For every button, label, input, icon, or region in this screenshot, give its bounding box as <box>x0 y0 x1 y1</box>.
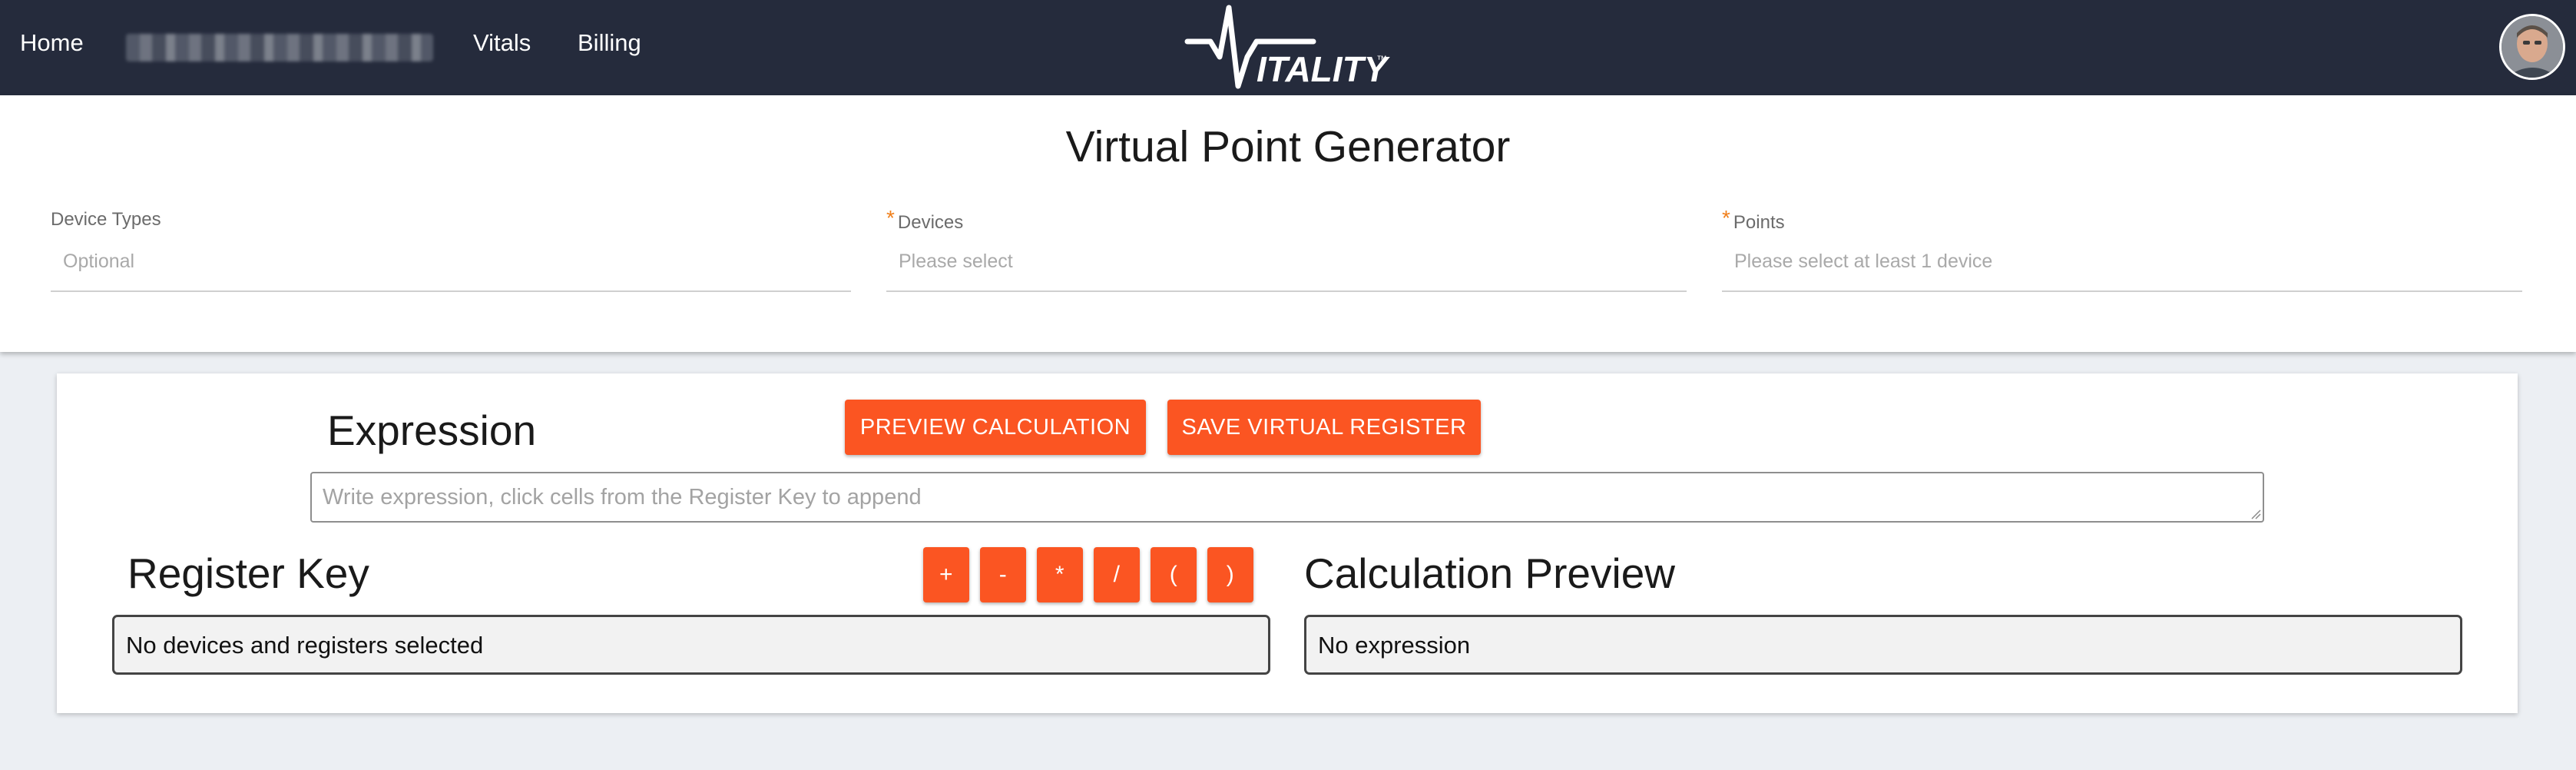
generator-header-panel: Virtual Point Generator Device Types Opt… <box>0 95 2576 352</box>
device-types-underline <box>51 290 851 292</box>
expression-input[interactable]: Write expression, click cells from the R… <box>310 472 2264 523</box>
logo-trademark: ™ <box>1376 53 1387 65</box>
operator-plus-button[interactable]: + <box>923 547 969 602</box>
save-virtual-register-button[interactable]: SAVE VIRTUAL REGISTER <box>1167 400 1481 455</box>
expression-placeholder: Write expression, click cells from the R… <box>323 485 922 509</box>
points-placeholder: Please select at least 1 device <box>1734 251 1993 272</box>
heartbeat-logo-icon: ITALITY ™ <box>1184 5 1391 89</box>
calculation-preview-empty-text: No expression <box>1318 632 1471 659</box>
required-indicator: * <box>886 206 895 230</box>
register-key-panel: No devices and registers selected <box>112 615 1270 675</box>
expression-card: Expression PREVIEW CALCULATION SAVE VIRT… <box>57 373 2518 713</box>
device-types-select[interactable]: Device Types Optional <box>51 209 851 294</box>
operator-close-paren-button[interactable]: ) <box>1207 547 1253 602</box>
register-key-heading: Register Key <box>127 549 369 597</box>
points-underline <box>1722 290 2522 292</box>
resize-handle-icon[interactable] <box>2250 509 2261 519</box>
device-types-label: Device Types <box>51 209 161 230</box>
operator-minus-button[interactable]: - <box>980 547 1026 602</box>
devices-label: * Devices <box>886 206 964 233</box>
calculation-preview-heading: Calculation Preview <box>1304 549 1675 597</box>
vitality-logo[interactable]: ITALITY ™ <box>1183 2 1398 92</box>
operator-multiply-button[interactable]: * <box>1037 547 1083 602</box>
devices-placeholder: Please select <box>899 251 1013 272</box>
nav-link-billing[interactable]: Billing <box>578 29 641 57</box>
devices-underline <box>886 290 1687 292</box>
logo-wordmark: ITALITY <box>1257 49 1391 89</box>
nav-link-home[interactable]: Home <box>20 29 84 57</box>
user-photo-icon <box>2502 16 2563 78</box>
nav-link-vitals[interactable]: Vitals <box>473 29 531 57</box>
operator-divide-button[interactable]: / <box>1094 547 1140 602</box>
preview-calculation-button[interactable]: PREVIEW CALCULATION <box>845 400 1146 455</box>
devices-select[interactable]: * Devices Please select <box>886 206 1687 294</box>
nav-link-redacted[interactable] <box>126 34 433 61</box>
top-nav-bar: Home Vitals Billing ITALITY ™ <box>0 0 2576 95</box>
points-label: * Points <box>1722 206 1785 233</box>
expression-heading: Expression <box>327 407 537 454</box>
device-types-placeholder: Optional <box>63 251 135 272</box>
page-title: Virtual Point Generator <box>1065 122 1511 171</box>
points-select[interactable]: * Points Please select at least 1 device <box>1722 206 2522 294</box>
operator-open-paren-button[interactable]: ( <box>1151 547 1197 602</box>
calculation-preview-panel: No expression <box>1304 615 2462 675</box>
required-indicator: * <box>1722 206 1730 230</box>
user-avatar[interactable] <box>2499 14 2565 80</box>
register-key-empty-text: No devices and registers selected <box>126 632 484 659</box>
